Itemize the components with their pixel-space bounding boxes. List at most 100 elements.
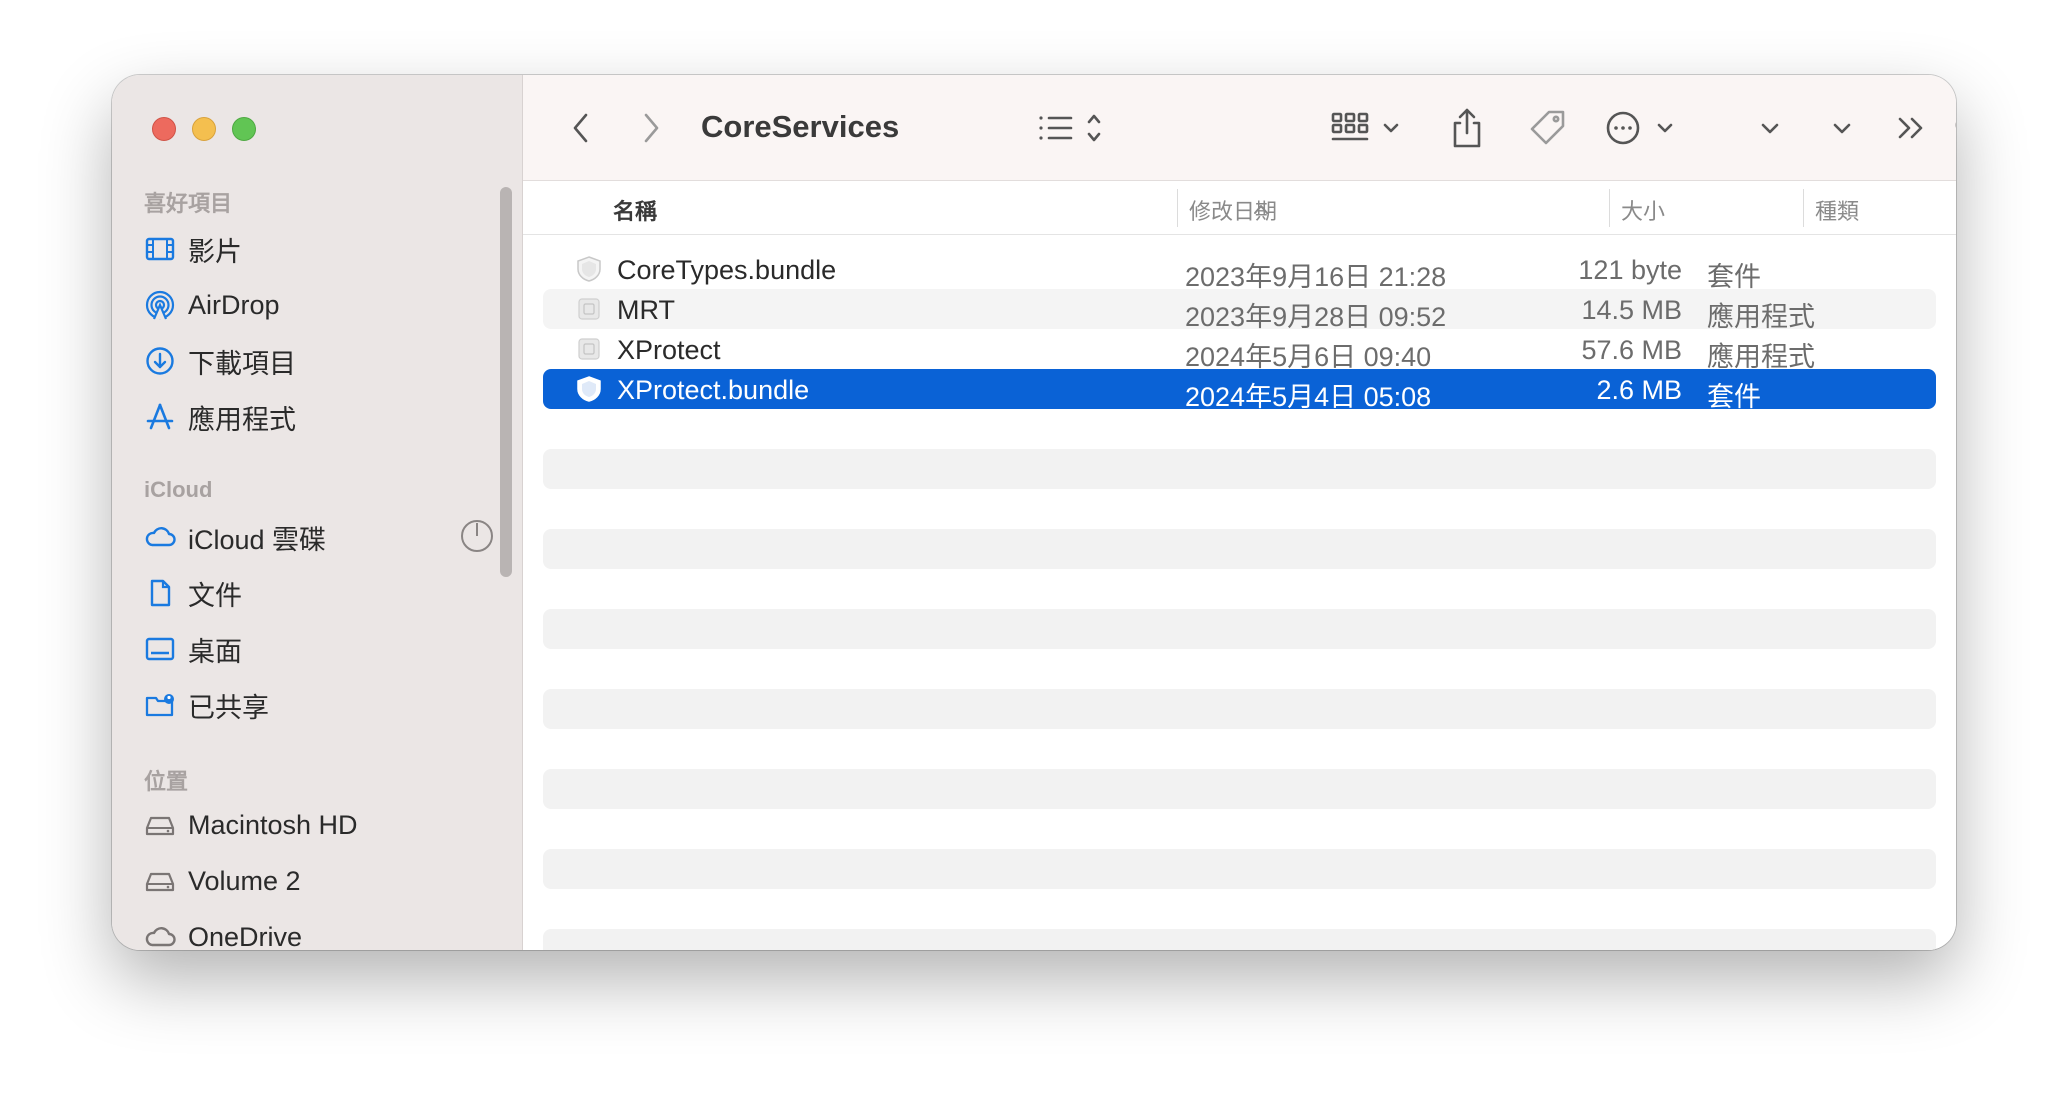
empty-row [543, 929, 1936, 950]
forward-button[interactable] [633, 105, 669, 151]
sidebar-item-documents[interactable]: 文件 [144, 569, 494, 617]
file-row-xprotect-bundle[interactable]: XProtect.bundle 2024年5月4日 05:08 2.6 MB 套… [543, 369, 1936, 412]
cloud-icon [144, 921, 176, 950]
shared-folder-icon [144, 689, 176, 721]
sidebar-item-label: 影片 [188, 236, 242, 267]
ellipsis-circle-icon [1606, 111, 1673, 145]
share-icon [1453, 108, 1481, 148]
column-kind-header[interactable]: 種類 [1815, 194, 1859, 226]
grid-icon [1331, 112, 1399, 141]
action-menu-button[interactable] [1605, 105, 1681, 151]
file-rows: CoreTypes.bundle 2023年9月16日 21:28 121 by… [543, 249, 1936, 950]
sidebar-item-shared[interactable]: 已共享 [144, 681, 494, 729]
empty-row [543, 609, 1936, 649]
chevron-left-icon [573, 113, 588, 143]
sidebar-item-applications[interactable]: 應用程式 [144, 393, 494, 441]
column-separator[interactable] [1609, 189, 1610, 227]
empty-row [543, 769, 1936, 809]
sidebar-item-onedrive[interactable]: OneDrive [144, 913, 494, 950]
group-button[interactable] [1329, 105, 1405, 151]
chevron-right-icon [644, 113, 659, 143]
file-size: 14.5 MB [1581, 295, 1682, 325]
app-icon [578, 338, 600, 360]
view-options-button[interactable] [1037, 105, 1117, 151]
sidebar: 喜好項目 影片 AirDrop 下載項目 應用程式 iCloud iCloud … [112, 75, 523, 950]
sidebar-item-airdrop[interactable]: AirDrop [144, 281, 494, 329]
film-icon [144, 233, 176, 265]
sidebar-item-label: 文件 [188, 580, 242, 611]
airdrop-icon [144, 289, 176, 321]
file-name: XProtect.bundle [617, 375, 810, 405]
applications-icon [144, 401, 176, 433]
empty-row [543, 569, 1936, 609]
file-name: CoreTypes.bundle [617, 255, 837, 285]
file-name: MRT [617, 295, 675, 325]
search-icon [1955, 122, 1956, 128]
sidebar-section-favorites: 喜好項目 [144, 191, 233, 216]
sidebar-item-volume-2[interactable]: Volume 2 [144, 857, 494, 905]
file-row-mrt[interactable]: MRT 2023年9月28日 09:52 14.5 MB 應用程式 [543, 289, 1936, 332]
empty-row [543, 449, 1936, 489]
sidebar-item-downloads[interactable]: 下載項目 [144, 337, 494, 385]
sidebar-item-label: Volume 2 [188, 865, 301, 896]
document-icon [144, 577, 176, 609]
column-size-header[interactable]: 大小 [1621, 194, 1665, 226]
tag-icon [1530, 110, 1565, 145]
column-separator[interactable] [1803, 189, 1804, 227]
back-button[interactable] [563, 105, 599, 151]
disk-icon [144, 865, 176, 897]
zoom-window-button[interactable] [232, 117, 256, 141]
finder-window: 喜好項目 影片 AirDrop 下載項目 應用程式 iCloud iCloud … [112, 75, 1956, 950]
share-button[interactable] [1447, 105, 1487, 151]
sync-progress-icon [461, 520, 493, 552]
tag-button[interactable] [1527, 105, 1569, 151]
shield-bundle-icon [577, 376, 601, 402]
sidebar-item-movies[interactable]: 影片 [144, 225, 494, 273]
column-name-header[interactable]: 名稱 [613, 194, 657, 226]
toolbar-dropdown-1[interactable] [1755, 105, 1785, 151]
sidebar-item-label: iCloud 雲碟 [188, 524, 327, 555]
empty-row [543, 809, 1936, 849]
search-button[interactable] [1951, 105, 1956, 151]
empty-row [543, 889, 1936, 929]
sidebar-item-label: 桌面 [188, 636, 242, 667]
sidebar-scrollbar[interactable] [500, 187, 512, 577]
shield-bundle-icon [577, 256, 601, 282]
sidebar-item-label: 應用程式 [188, 404, 296, 435]
empty-row [543, 489, 1936, 529]
sidebar-item-label: AirDrop [188, 289, 280, 320]
empty-row [543, 529, 1936, 569]
file-list: 名稱 修改日期 大小 種類 CoreTypes.bundle 2023年9月16… [523, 181, 1956, 950]
file-size: 121 byte [1578, 255, 1682, 285]
file-size: 2.6 MB [1596, 375, 1682, 405]
sidebar-item-desktop[interactable]: 桌面 [144, 625, 494, 673]
desktop-icon [144, 633, 176, 665]
empty-row [543, 729, 1936, 769]
toolbar: CoreServices [523, 75, 1956, 181]
list-view-icon [1039, 114, 1101, 142]
app-icon [578, 298, 600, 320]
close-window-button[interactable] [152, 117, 176, 141]
file-size: 57.6 MB [1581, 335, 1682, 365]
sidebar-item-label: 下載項目 [188, 348, 296, 379]
empty-row [543, 649, 1936, 689]
column-header: 名稱 修改日期 大小 種類 [523, 181, 1956, 235]
chevron-down-icon [1833, 123, 1851, 134]
download-icon [144, 345, 176, 377]
sidebar-item-macintosh-hd[interactable]: Macintosh HD [144, 801, 494, 849]
sidebar-section-icloud: iCloud [144, 477, 213, 502]
file-name: XProtect [617, 335, 721, 365]
toolbar-dropdown-2[interactable] [1827, 105, 1857, 151]
sidebar-item-icloud-drive[interactable]: iCloud 雲碟 [144, 513, 494, 561]
sidebar-section-locations: 位置 [144, 769, 189, 794]
minimize-window-button[interactable] [192, 117, 216, 141]
column-date-header[interactable]: 修改日期 [1189, 194, 1277, 226]
disk-icon [144, 809, 176, 841]
more-toolbar-items-button[interactable] [1893, 105, 1929, 151]
file-row-xprotect[interactable]: XProtect 2024年5月6日 09:40 57.6 MB 應用程式 [543, 329, 1936, 372]
sidebar-item-label: OneDrive [188, 921, 303, 951]
sidebar-item-label: Macintosh HD [188, 809, 358, 840]
sidebar-item-label: 已共享 [188, 692, 269, 723]
column-separator[interactable] [1177, 189, 1178, 227]
file-row-coretypes-bundle[interactable]: CoreTypes.bundle 2023年9月16日 21:28 121 by… [543, 249, 1936, 292]
